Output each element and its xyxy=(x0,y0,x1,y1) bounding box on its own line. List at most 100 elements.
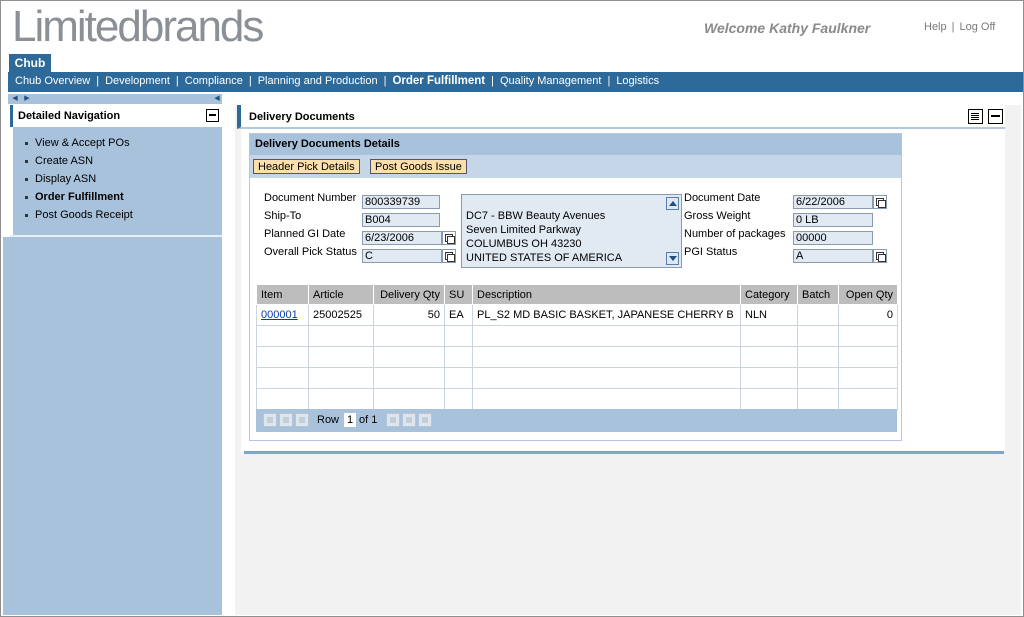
minimize-icon[interactable] xyxy=(206,109,219,122)
nav-development[interactable]: Development xyxy=(105,72,170,91)
document-number-field[interactable]: 800339739 xyxy=(362,195,440,209)
delivery-header-form: Document Number 800339739 Ship-To B004 P… xyxy=(256,178,896,268)
nav-quality-management[interactable]: Quality Management xyxy=(500,72,602,91)
collapse-panel-icon[interactable]: ◀ xyxy=(212,95,222,103)
detailed-navigation-header: Detailed Navigation xyxy=(10,105,222,127)
column-header-category[interactable]: Category xyxy=(740,284,798,305)
table-row-empty xyxy=(256,367,898,389)
previous-page-icon[interactable] xyxy=(279,413,293,427)
next-page-icon[interactable] xyxy=(402,413,416,427)
category-cell: NLN xyxy=(740,304,798,326)
calendar-icon[interactable] xyxy=(442,231,456,245)
delivery-items-table: Item Article Delivery Qty SU Description… xyxy=(256,284,898,410)
nav-create-asn[interactable]: Create ASN xyxy=(25,152,222,170)
nav-view-accept-pos[interactable]: View & Accept POs xyxy=(25,134,222,152)
article-cell: 25002525 xyxy=(308,304,374,326)
batch-cell xyxy=(797,304,839,326)
action-toolbar: Header Pick Details Post Goods Issue xyxy=(250,155,901,178)
document-date-field[interactable]: 6/22/2006 xyxy=(793,195,873,209)
overall-pick-status-field[interactable]: C xyxy=(362,249,442,263)
column-header-su[interactable]: SU xyxy=(444,284,473,305)
post-goods-issue-button[interactable]: Post Goods Issue xyxy=(370,159,467,174)
overall-pick-status-label: Overall Pick Status xyxy=(264,246,357,258)
row-number-input[interactable]: 1 xyxy=(344,413,356,427)
address-line-2: Seven Limited Parkway xyxy=(466,224,581,236)
pgi-status-label: PGI Status xyxy=(684,246,738,258)
scroll-down-icon[interactable] xyxy=(666,252,679,265)
column-header-delivery-qty[interactable]: Delivery Qty xyxy=(373,284,445,305)
log-off-link[interactable]: Log Off xyxy=(959,21,995,33)
previous-row-icon[interactable] xyxy=(295,413,309,427)
table-row-empty xyxy=(256,388,898,410)
delivery-qty-cell: 50 xyxy=(373,304,445,326)
document-date-label: Document Date xyxy=(684,192,761,204)
panel-prev-icon[interactable]: ◀ xyxy=(10,95,20,103)
top-navigation: Chub Overview | Development | Compliance | Pla… xyxy=(8,72,1023,92)
scroll-up-icon[interactable] xyxy=(666,197,679,210)
value-help-icon[interactable] xyxy=(442,249,456,263)
nav-panel-strip: ◀ ▶ ◀ xyxy=(8,94,222,104)
calendar-icon[interactable] xyxy=(873,195,887,209)
nav-post-goods-receipt[interactable]: Post Goods Receipt xyxy=(25,206,222,224)
su-cell: EA xyxy=(444,304,473,326)
panel-next-icon[interactable]: ▶ xyxy=(22,95,32,103)
first-page-icon[interactable] xyxy=(263,413,277,427)
row-total: of 1 xyxy=(359,414,378,426)
limited-brands-logo: Limitedbrands xyxy=(12,2,264,51)
document-number-label: Document Number xyxy=(264,192,357,204)
detailed-navigation-title: Detailed Navigation xyxy=(18,110,121,122)
nav-compliance[interactable]: Compliance xyxy=(185,72,243,91)
number-of-packages-label: Number of packages xyxy=(684,228,786,240)
address-line-1: DC7 - BBW Beauty Avenues xyxy=(466,210,606,222)
row-label: Row xyxy=(317,414,340,426)
column-header-batch[interactable]: Batch xyxy=(797,284,839,305)
planned-gi-date-label: Planned GI Date xyxy=(264,228,346,240)
ship-to-address-box[interactable]: DC7 - BBW Beauty Avenues Seven Limited P… xyxy=(461,194,682,268)
browser-frame: Limitedbrands Welcome Kathy Faulkner Hel… xyxy=(0,0,1024,617)
help-link[interactable]: Help xyxy=(924,21,947,33)
nav-planning-and-production[interactable]: Planning and Production xyxy=(258,72,378,91)
group-title: Delivery Documents Details xyxy=(255,138,400,150)
address-line-4: UNITED STATES OF AMERICA xyxy=(466,252,623,264)
description-cell: PL_S2 MD BASIC BASKET, JAPANESE CHERRY B xyxy=(472,304,741,326)
address-line-3: COLUMBUS OH 43230 xyxy=(466,238,582,250)
table-row-empty xyxy=(256,346,898,368)
address-scrollbar[interactable] xyxy=(666,196,680,266)
ship-to-label: Ship-To xyxy=(264,210,302,222)
ship-to-field[interactable]: B004 xyxy=(362,213,440,227)
nav-order-fulfillment[interactable]: Order Fulfillment xyxy=(392,72,485,91)
last-page-icon[interactable] xyxy=(418,413,432,427)
gross-weight-label: Gross Weight xyxy=(684,210,751,222)
nav-chub-overview[interactable]: Chub Overview xyxy=(15,72,90,91)
nav-logistics[interactable]: Logistics xyxy=(616,72,659,91)
column-header-item[interactable]: Item xyxy=(256,284,309,305)
detailed-navigation-list: View & Accept POs Create ASN Display ASN… xyxy=(10,127,222,235)
role-tab-chub[interactable]: Chub xyxy=(9,54,51,74)
column-header-description[interactable]: Description xyxy=(472,284,741,305)
options-menu-icon[interactable] xyxy=(968,109,983,124)
table-pager: Row 1 of 1 xyxy=(256,409,897,432)
table-row[interactable]: 000001 25002525 50 EA PL_S2 MD BASIC BAS… xyxy=(256,304,898,326)
nav-display-asn[interactable]: Display ASN xyxy=(25,170,222,188)
number-of-packages-field[interactable]: 00000 xyxy=(793,231,873,245)
minimize-content-icon[interactable] xyxy=(988,109,1003,124)
next-row-icon[interactable] xyxy=(386,413,400,427)
nav-order-fulfillment-detail[interactable]: Order Fulfillment xyxy=(25,188,222,206)
content-title-bar: Delivery Documents xyxy=(237,105,1005,129)
planned-gi-date-field[interactable]: 6/23/2006 xyxy=(362,231,442,245)
header-pick-details-button[interactable]: Header Pick Details xyxy=(253,159,360,174)
value-help-icon[interactable] xyxy=(873,249,887,263)
column-header-article[interactable]: Article xyxy=(308,284,374,305)
header-links: Help | Log Off xyxy=(924,21,995,33)
open-qty-cell: 0 xyxy=(838,304,898,326)
left-panel-background xyxy=(3,237,222,615)
delivery-documents-details-group: Delivery Documents Details Header Pick D… xyxy=(249,133,902,441)
column-header-open-qty[interactable]: Open Qty xyxy=(838,284,898,305)
gross-weight-field[interactable]: 0 LB xyxy=(793,213,873,227)
item-link[interactable]: 000001 xyxy=(261,309,298,321)
welcome-message: Welcome Kathy Faulkner xyxy=(704,20,871,36)
pgi-status-field[interactable]: A xyxy=(793,249,873,263)
header-link-separator: | xyxy=(951,21,955,33)
page-title: Delivery Documents xyxy=(249,111,355,123)
table-row-empty xyxy=(256,325,898,347)
